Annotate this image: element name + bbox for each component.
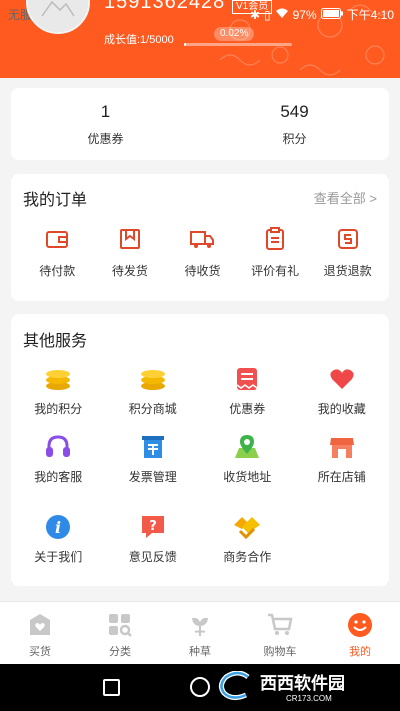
battery-icon: [320, 7, 343, 22]
order-pending-shipment[interactable]: 待发货: [94, 226, 167, 279]
service-coupons[interactable]: 优惠券: [200, 364, 295, 432]
return-icon: [311, 226, 384, 252]
heart-icon: [295, 364, 390, 394]
services-grid: 我的积分 积分商城 优惠券 我的收藏 我的客服 发票管理 收货地址 所在店铺 i…: [11, 364, 389, 580]
coins-icon: [11, 364, 106, 394]
order-pending-payment[interactable]: 待付款: [21, 226, 94, 279]
order-label: 待发货: [111, 264, 148, 278]
cart-icon: [240, 611, 320, 639]
growth-value: 成长值:1/5000: [104, 34, 174, 46]
service-about-us[interactable]: i 关于我们: [11, 512, 106, 580]
bottom-tab-bar: 买货 分类 种草 购物车 我的: [0, 601, 400, 664]
category-icon: [80, 611, 160, 639]
service-label: 发票管理: [128, 470, 177, 484]
orders-title: 我的订单: [23, 192, 88, 209]
service-favorites[interactable]: 我的收藏: [295, 364, 390, 432]
package-icon: [94, 226, 167, 252]
svg-text:i: i: [55, 518, 61, 537]
clipboard-icon: [239, 226, 312, 252]
order-review[interactable]: 评价有礼: [239, 226, 312, 279]
order-label: 待收货: [184, 264, 221, 278]
truck-icon: [166, 226, 239, 252]
map-pin-icon: [200, 432, 295, 462]
profile-header: 无服务 ✱ ▯ 97% 下午4:10 1591362428 V1会员 成长值:1…: [0, 0, 400, 78]
tab-label: 种草: [189, 646, 211, 658]
points-stat[interactable]: 549 积分: [200, 88, 389, 160]
view-all-orders-link[interactable]: 查看全部 >: [314, 188, 377, 207]
tab-label: 购物车: [263, 646, 297, 658]
coupon-icon: [200, 364, 295, 394]
order-label: 待付款: [39, 264, 76, 278]
smiley-icon: [320, 611, 400, 639]
info-icon: i: [11, 512, 106, 542]
wallet-icon: [21, 226, 94, 252]
orders-card: 我的订单 查看全部 > 待付款 待发货 待收货 评价有礼 退货退款: [11, 174, 389, 301]
flower-icon: [160, 611, 240, 639]
services-card: 其他服务 我的积分 积分商城 优惠券 我的收藏 我的客服 发票管理 收货地址 所…: [11, 314, 389, 586]
service-points-mall[interactable]: 积分商城: [106, 364, 201, 432]
order-label: 评价有礼: [251, 264, 300, 278]
handshake-icon: [200, 512, 295, 542]
avatar[interactable]: [26, 0, 90, 34]
store-icon: [295, 432, 390, 462]
service-label: 意见反馈: [128, 550, 177, 564]
member-level-badge: V1会员: [232, 0, 273, 14]
service-invoice[interactable]: 发票管理: [106, 432, 201, 500]
shopping-bag-icon: [0, 611, 80, 639]
coupon-count: 1: [100, 102, 111, 121]
headset-icon: [11, 432, 106, 462]
battery-percent: 97%: [292, 7, 317, 22]
tab-grass[interactable]: 种草: [160, 602, 240, 664]
services-title: 其他服务: [23, 333, 88, 350]
watermark: 西西软件园 CR173.COM: [218, 664, 345, 708]
service-feedback[interactable]: ? 意见反馈: [106, 512, 201, 580]
tab-buy[interactable]: 买货: [0, 602, 80, 664]
tab-label: 我的: [349, 646, 371, 658]
order-refund[interactable]: 退货退款: [311, 226, 384, 279]
watermark-url: CR173.COM: [286, 694, 332, 703]
tab-category[interactable]: 分类: [80, 602, 160, 664]
service-label: 积分商城: [128, 402, 177, 416]
growth-progress-label: 0.02%: [214, 27, 255, 41]
tab-mine[interactable]: 我的: [320, 602, 400, 664]
service-label: 我的客服: [34, 470, 83, 484]
home-button[interactable]: [190, 677, 210, 697]
points-label: 积分: [282, 132, 307, 146]
service-label: 收货地址: [223, 470, 272, 484]
order-pending-receipt[interactable]: 待收货: [166, 226, 239, 279]
growth-progress-fill: [184, 43, 187, 46]
service-label: 所在店铺: [317, 470, 366, 484]
points-count: 549: [280, 102, 309, 121]
order-status-row: 待付款 待发货 待收货 评价有礼 退货退款: [11, 226, 389, 279]
user-phone: 1591362428: [104, 0, 226, 13]
service-store[interactable]: 所在店铺: [295, 432, 390, 500]
watermark-logo-icon: [218, 671, 250, 701]
svg-text:?: ?: [149, 519, 157, 534]
tab-label: 分类: [109, 646, 131, 658]
service-customer-service[interactable]: 我的客服: [11, 432, 106, 500]
avatar-placeholder-icon: [41, 0, 75, 17]
tab-cart[interactable]: 购物车: [240, 602, 320, 664]
tab-label: 买货: [29, 646, 51, 658]
watermark-brand: 西西软件园: [260, 674, 345, 693]
coins-icon: [106, 364, 201, 394]
service-my-points[interactable]: 我的积分: [11, 364, 106, 432]
growth-progress-bar: [184, 43, 292, 46]
clock-text: 下午4:10: [346, 8, 394, 22]
service-label: 我的积分: [34, 402, 83, 416]
order-label: 退货退款: [323, 264, 372, 278]
coupon-label: 优惠券: [87, 132, 124, 146]
coupon-stat[interactable]: 1 优惠券: [11, 88, 200, 160]
wifi-icon: [275, 8, 289, 22]
feedback-icon: ?: [106, 512, 201, 542]
service-business[interactable]: 商务合作: [200, 512, 295, 580]
service-label: 我的收藏: [317, 402, 366, 416]
service-label: 关于我们: [34, 550, 83, 564]
service-address[interactable]: 收货地址: [200, 432, 295, 500]
stats-card: 1 优惠券 549 积分: [11, 88, 389, 160]
recent-apps-button[interactable]: [103, 679, 120, 696]
service-label: 商务合作: [223, 550, 272, 564]
invoice-icon: [106, 432, 201, 462]
service-label: 优惠券: [229, 402, 266, 416]
